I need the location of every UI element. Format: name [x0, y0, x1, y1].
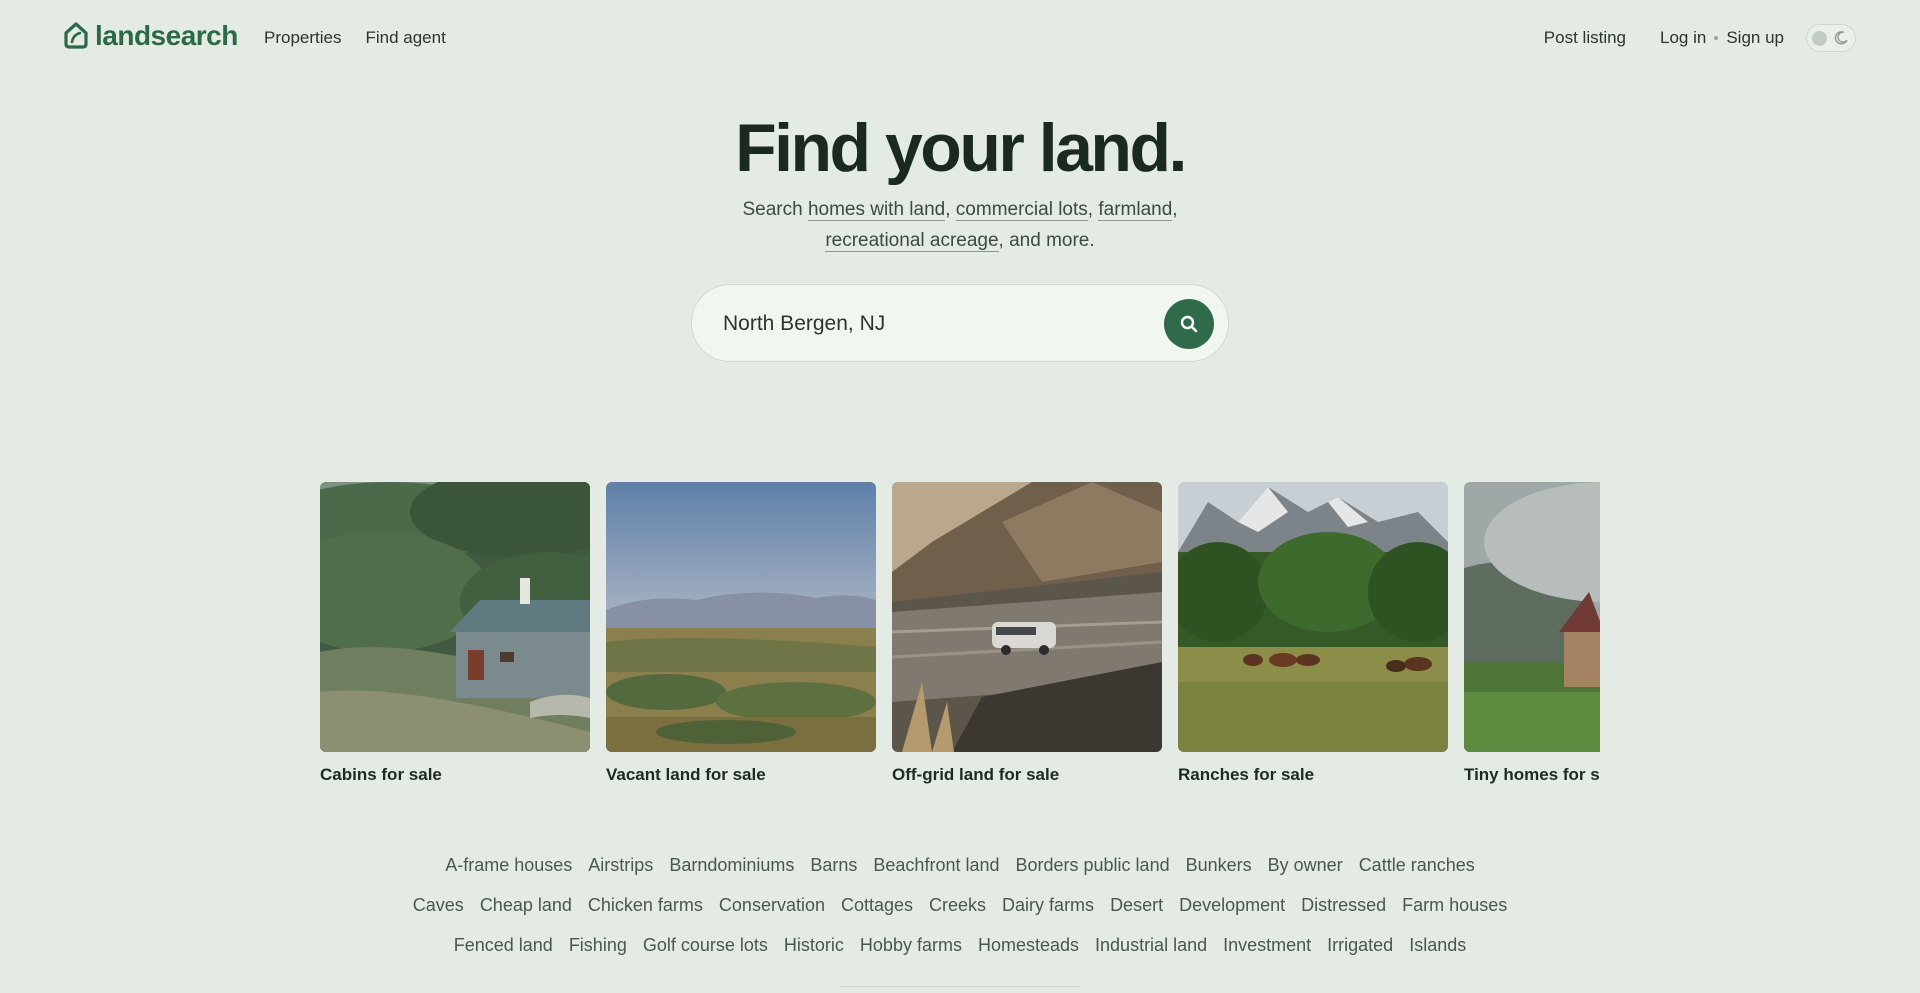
- category-card-ranches[interactable]: Ranches for sale: [1178, 482, 1448, 785]
- category-label: Cabins for sale: [320, 765, 442, 784]
- tag-link[interactable]: Chicken farms: [588, 895, 703, 916]
- tiny-home-photo: [1464, 482, 1600, 752]
- tag-link[interactable]: Hobby farms: [860, 935, 962, 956]
- tag-link[interactable]: Creeks: [929, 895, 986, 916]
- tag-link[interactable]: Industrial land: [1095, 935, 1207, 956]
- link-homes-with-land[interactable]: homes with land: [807, 199, 946, 221]
- tag-link[interactable]: Islands: [1409, 935, 1466, 956]
- moon-icon: [1834, 31, 1848, 45]
- comma: ,: [1172, 199, 1178, 220]
- hero-subtitle: Search homes with land, commercial lots,…: [0, 194, 1920, 256]
- category-label: Vacant land for sale: [606, 765, 766, 784]
- category-label: Ranches for sale: [1178, 765, 1315, 784]
- tag-link[interactable]: Cattle ranches: [1359, 855, 1475, 876]
- site-header: landsearch Properties Find agent Post li…: [0, 0, 1920, 80]
- page-title: Find your land.: [735, 110, 1187, 186]
- tag-link[interactable]: Golf course lots: [643, 935, 768, 956]
- sign-up-link[interactable]: Sign up: [1726, 28, 1784, 48]
- tag-link[interactable]: Conservation: [719, 895, 825, 916]
- link-recreational-acreage[interactable]: recreational acreage: [825, 230, 999, 252]
- tag-link[interactable]: Desert: [1110, 895, 1163, 916]
- comma: ,: [945, 199, 956, 220]
- log-in-link[interactable]: Log in: [1660, 28, 1706, 48]
- nav-properties[interactable]: Properties: [264, 28, 341, 48]
- nav-find-agent[interactable]: Find agent: [365, 28, 445, 48]
- logo-house-leaf-icon: [64, 22, 88, 49]
- logo[interactable]: landsearch: [63, 20, 238, 52]
- search-button[interactable]: [1164, 299, 1214, 349]
- tag-link[interactable]: Homesteads: [978, 935, 1079, 956]
- tag-link[interactable]: Fishing: [569, 935, 627, 956]
- search-icon: [1180, 315, 1198, 333]
- tag-link[interactable]: Cottages: [841, 895, 913, 916]
- divider: [840, 986, 1080, 987]
- account-nav: Post listing Log in Sign up: [1544, 24, 1856, 52]
- tag-link[interactable]: Airstrips: [588, 855, 653, 876]
- tag-link[interactable]: Borders public land: [1016, 855, 1170, 876]
- primary-nav: Properties Find agent: [264, 28, 446, 48]
- hero-subtitle-line-1: Search homes with land, commercial lots,…: [0, 194, 1920, 225]
- tag-link[interactable]: Beachfront land: [873, 855, 999, 876]
- hero-sub-prefix: Search: [742, 199, 808, 220]
- link-farmland[interactable]: farmland: [1098, 199, 1173, 221]
- link-commercial-lots[interactable]: commercial lots: [955, 199, 1088, 221]
- tag-link[interactable]: A-frame houses: [445, 855, 572, 876]
- tag-link[interactable]: Cheap land: [480, 895, 572, 916]
- logo-text: landsearch: [95, 20, 238, 51]
- vacant-land-photo: [606, 482, 876, 752]
- tag-link[interactable]: Bunkers: [1186, 855, 1252, 876]
- tag-link[interactable]: Irrigated: [1327, 935, 1393, 956]
- category-carousel: Cabins for sale Vacant land for sale Off…: [320, 482, 1600, 792]
- search-box: [691, 284, 1229, 362]
- category-label: Tiny homes for sale: [1464, 765, 1600, 784]
- category-label: Off-grid land for sale: [892, 765, 1060, 784]
- category-card-off-grid-land[interactable]: Off-grid land for sale: [892, 482, 1162, 785]
- tag-link[interactable]: Investment: [1223, 935, 1311, 956]
- category-card-vacant-land[interactable]: Vacant land for sale: [606, 482, 876, 785]
- separator-dot: [1714, 36, 1719, 40]
- search-input[interactable]: [721, 304, 1145, 344]
- tag-link[interactable]: Development: [1179, 895, 1285, 916]
- tag-row-2: Caves Cheap land Chicken farms Conservat…: [0, 895, 1920, 916]
- post-listing-link[interactable]: Post listing: [1544, 28, 1626, 48]
- tag-link[interactable]: Dairy farms: [1002, 895, 1094, 916]
- category-card-cabins[interactable]: Cabins for sale: [320, 482, 590, 785]
- tag-link[interactable]: Distressed: [1301, 895, 1386, 916]
- tag-link[interactable]: Fenced land: [454, 935, 553, 956]
- hero-sub-suffix: , and more.: [998, 230, 1095, 251]
- tag-link[interactable]: Barndominiums: [669, 855, 794, 876]
- theme-toggle[interactable]: [1806, 24, 1856, 52]
- ranch-photo: [1178, 482, 1448, 752]
- tag-link[interactable]: Caves: [413, 895, 464, 916]
- tag-link[interactable]: Farm houses: [1402, 895, 1507, 916]
- hero-subtitle-line-2: recreational acreage, and more.: [0, 225, 1920, 256]
- tag-link[interactable]: By owner: [1268, 855, 1343, 876]
- tag-link[interactable]: Historic: [784, 935, 844, 956]
- tag-row-1: A-frame houses Airstrips Barndominiums B…: [0, 855, 1920, 876]
- category-card-tiny-homes[interactable]: Tiny homes for sale: [1464, 482, 1600, 785]
- off-grid-photo: [892, 482, 1162, 752]
- tag-row-3: Fenced land Fishing Golf course lots His…: [0, 935, 1920, 956]
- cabin-photo: [320, 482, 590, 752]
- toggle-knob: [1812, 31, 1827, 46]
- comma: ,: [1087, 199, 1099, 220]
- tag-link[interactable]: Barns: [810, 855, 857, 876]
